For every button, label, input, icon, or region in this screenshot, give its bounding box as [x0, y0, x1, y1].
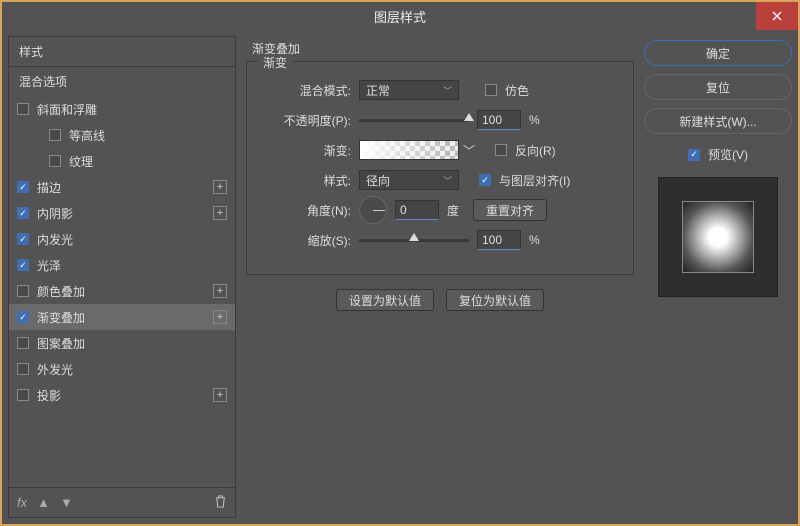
reset-align-button[interactable]: 重置对齐 [473, 199, 547, 221]
make-default-button[interactable]: 设置为默认值 [336, 289, 434, 311]
gradient-picker[interactable] [359, 140, 459, 160]
effects-list: 斜面和浮雕等高线纹理描边 + 内阴影 + 内发光光泽颜色叠加 + 渐变叠加 + 图案叠加外发光投… [9, 96, 235, 487]
dither-label: 仿色 [505, 82, 529, 99]
add-effect-icon[interactable]: + [213, 180, 227, 194]
effect-item[interactable]: 内发光 [9, 226, 235, 252]
effect-checkbox[interactable] [17, 207, 29, 219]
angle-unit: 度 [447, 202, 465, 219]
effect-label: 纹理 [69, 153, 93, 170]
effect-label: 内发光 [37, 231, 73, 248]
effect-checkbox[interactable] [17, 103, 29, 115]
close-icon [772, 11, 782, 21]
styles-footer: fx ▲ ▼ [9, 487, 235, 517]
effect-item[interactable]: 描边 + [9, 174, 235, 200]
scale-slider[interactable] [359, 230, 469, 250]
reverse-label: 反向(R) [515, 142, 556, 159]
blend-mode-label: 混合模式: [263, 82, 351, 99]
opacity-slider[interactable] [359, 110, 469, 130]
effect-label: 颜色叠加 [37, 283, 85, 300]
effect-checkbox[interactable] [17, 233, 29, 245]
effect-item[interactable]: 外发光 [9, 356, 235, 382]
chevron-down-icon: ﹀ [443, 84, 452, 97]
effect-item[interactable]: 斜面和浮雕 [9, 96, 235, 122]
angle-label: 角度(N): [263, 202, 351, 219]
effect-label: 等高线 [69, 127, 105, 144]
effect-item[interactable]: 颜色叠加 + [9, 278, 235, 304]
cancel-button[interactable]: 复位 [644, 74, 792, 100]
scale-input[interactable]: 100 [477, 230, 521, 250]
effect-label: 外发光 [37, 361, 73, 378]
gradient-label: 渐变: [263, 142, 351, 159]
styles-panel: 样式 混合选项 斜面和浮雕等高线纹理描边 + 内阴影 + 内发光光泽颜色叠加 + 渐变叠加 +… [8, 36, 236, 518]
angle-input[interactable]: 0 [395, 200, 439, 220]
dialog-title: 图层样式 [374, 7, 426, 26]
dither-checkbox[interactable] [485, 84, 497, 96]
scale-label: 缩放(S): [263, 232, 351, 249]
effect-label: 渐变叠加 [37, 309, 85, 326]
scale-unit: % [529, 233, 547, 247]
add-effect-icon[interactable]: + [213, 284, 227, 298]
effect-item[interactable]: 光泽 [9, 252, 235, 278]
opacity-label: 不透明度(P): [263, 112, 351, 129]
effect-label: 投影 [37, 387, 61, 404]
group-title: 渐变叠加 [252, 40, 638, 57]
blend-mode-dropdown[interactable]: 正常﹀ [359, 80, 459, 100]
effect-checkbox[interactable] [17, 181, 29, 193]
effect-label: 斜面和浮雕 [37, 101, 97, 118]
styles-header[interactable]: 样式 [9, 37, 235, 67]
effect-label: 描边 [37, 179, 61, 196]
effect-item[interactable]: 投影 + [9, 382, 235, 408]
preview-box [658, 177, 778, 297]
effect-label: 内阴影 [37, 205, 73, 222]
add-effect-icon[interactable]: + [213, 310, 227, 324]
blend-options-header[interactable]: 混合选项 [9, 67, 235, 96]
add-effect-icon[interactable]: + [213, 206, 227, 220]
preview-checkbox[interactable] [688, 149, 700, 161]
right-panel: 确定 复位 新建样式(W)... 预览(V) [644, 36, 792, 518]
effect-checkbox[interactable] [17, 285, 29, 297]
effect-item[interactable]: 内阴影 + [9, 200, 235, 226]
opacity-unit: % [529, 113, 547, 127]
preview-label: 预览(V) [708, 146, 748, 163]
align-label: 与图层对齐(I) [499, 172, 570, 189]
style-dropdown[interactable]: 径向﹀ [359, 170, 459, 190]
effect-checkbox[interactable] [17, 259, 29, 271]
effect-checkbox[interactable] [17, 311, 29, 323]
options-panel: 渐变叠加 渐变 混合模式: 正常﹀ 仿色 不透明度(P): [242, 36, 638, 518]
effect-item[interactable]: 等高线 [9, 122, 235, 148]
ok-button[interactable]: 确定 [644, 40, 792, 66]
effect-checkbox[interactable] [17, 337, 29, 349]
fieldset-legend: 渐变 [257, 54, 293, 71]
style-label: 样式: [263, 172, 351, 189]
trash-icon[interactable] [214, 495, 227, 511]
gradient-fieldset: 渐变 混合模式: 正常﹀ 仿色 不透明度(P): 100 % [246, 61, 634, 275]
reverse-checkbox[interactable] [495, 144, 507, 156]
effect-checkbox[interactable] [49, 129, 61, 141]
effect-item[interactable]: 图案叠加 [9, 330, 235, 356]
titlebar: 图层样式 [2, 2, 798, 30]
move-up-icon[interactable]: ▲ [37, 495, 50, 510]
effect-checkbox[interactable] [17, 363, 29, 375]
chevron-down-icon: ﹀ [443, 174, 452, 187]
add-effect-icon[interactable]: + [213, 388, 227, 402]
chevron-down-icon[interactable]: ﹀ [463, 142, 475, 159]
align-checkbox[interactable] [479, 174, 491, 186]
angle-dial[interactable] [359, 196, 387, 224]
close-button[interactable] [756, 2, 798, 30]
reset-default-button[interactable]: 复位为默认值 [446, 289, 544, 311]
layer-style-dialog: 图层样式 样式 混合选项 斜面和浮雕等高线纹理描边 + 内阴影 + 内发光光泽颜色叠加 +… [0, 0, 800, 526]
preview-swatch [682, 201, 754, 273]
move-down-icon[interactable]: ▼ [60, 495, 73, 510]
effect-label: 图案叠加 [37, 335, 85, 352]
new-style-button[interactable]: 新建样式(W)... [644, 108, 792, 134]
effect-item[interactable]: 纹理 [9, 148, 235, 174]
fx-menu-icon[interactable]: fx [17, 495, 27, 510]
effect-checkbox[interactable] [49, 155, 61, 167]
effect-checkbox[interactable] [17, 389, 29, 401]
effect-label: 光泽 [37, 257, 61, 274]
dialog-content: 样式 混合选项 斜面和浮雕等高线纹理描边 + 内阴影 + 内发光光泽颜色叠加 + 渐变叠加 +… [2, 30, 798, 524]
opacity-input[interactable]: 100 [477, 110, 521, 130]
effect-item[interactable]: 渐变叠加 + [9, 304, 235, 330]
